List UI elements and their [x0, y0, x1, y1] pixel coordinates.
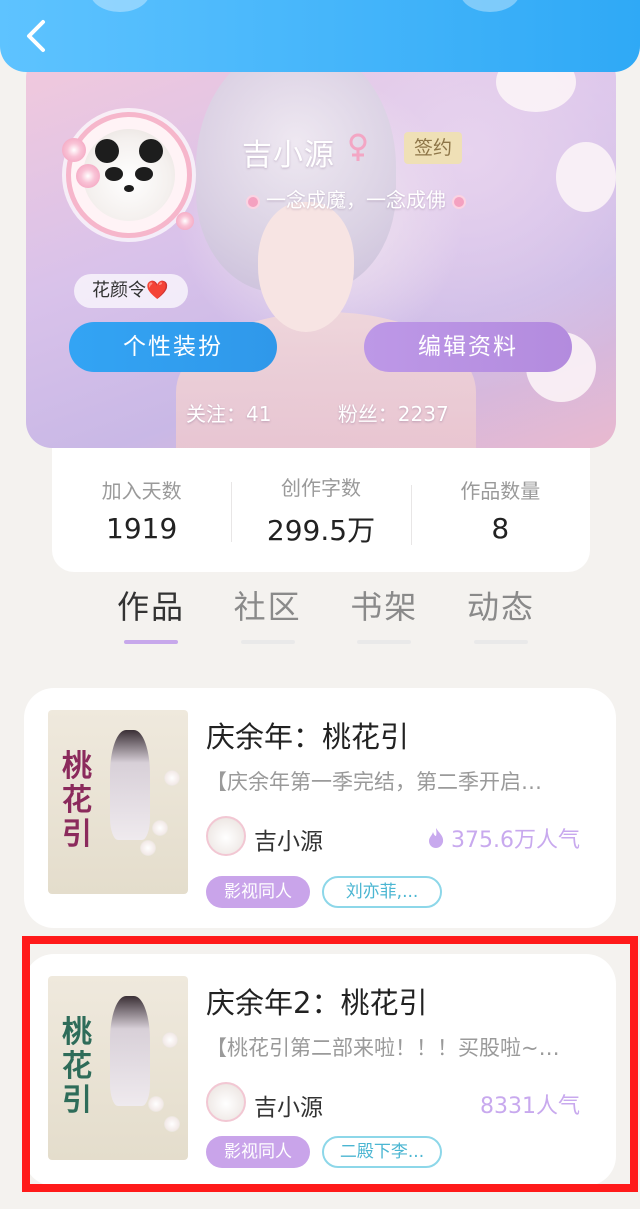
- author-name[interactable]: 吉小源: [254, 1088, 323, 1122]
- follow-stats: 关注：41 粉丝：2237: [186, 398, 509, 427]
- work-title: 庆余年2：桃花引: [206, 986, 428, 1020]
- stat-value: 1919: [106, 512, 178, 545]
- profile-tabs: 作品 社区 书架 动态: [96, 582, 556, 652]
- stat-label: 加入天数: [101, 479, 182, 503]
- blossom-decor: [164, 1116, 180, 1132]
- stat-word-count: 创作字数 299.5万: [231, 472, 410, 549]
- genre-tag[interactable]: 影视同人: [206, 876, 310, 908]
- cover-illustration: [110, 996, 150, 1106]
- tab-bookshelf[interactable]: 书架: [329, 582, 439, 652]
- tab-indicator: [357, 640, 412, 644]
- followers-count[interactable]: 粉丝：2237: [338, 402, 449, 426]
- work-description: 【庆余年第一季完结，第二季开启…: [206, 770, 542, 794]
- blossom-decor: [164, 770, 180, 786]
- tab-indicator: [124, 640, 178, 644]
- tab-label: 作品: [116, 588, 185, 626]
- blossom-decor: [152, 820, 168, 836]
- decor-moon: [556, 142, 616, 212]
- genre-tag[interactable]: 影视同人: [206, 1136, 310, 1168]
- top-bar: [0, 0, 640, 72]
- flower-decor-icon: [76, 164, 100, 188]
- tab-label: 动态: [466, 588, 535, 626]
- background-illustration: [258, 202, 354, 332]
- stat-work-count: 作品数量 8: [410, 475, 590, 545]
- signed-badge: 签约: [404, 132, 462, 164]
- dress-up-button[interactable]: 个性装扮: [69, 322, 277, 372]
- stat-label: 创作字数: [280, 475, 361, 500]
- blossom-decor: [140, 840, 156, 856]
- flame-icon: [429, 828, 444, 848]
- stat-join-days: 加入天数 1919: [52, 475, 231, 545]
- flower-decor-icon: [176, 212, 194, 230]
- username: 吉小源: [242, 138, 335, 173]
- work-description: 【桃花引第二部来啦！！！买股啦~…: [206, 1036, 560, 1060]
- blossom-decor: [162, 1032, 178, 1048]
- book-cover[interactable]: 桃花引: [48, 710, 188, 894]
- work-card[interactable]: 桃花引 庆余年2：桃花引 【桃花引第二部来啦！！！买股啦~… 吉小源 8331人…: [24, 954, 616, 1186]
- tab-indicator: [473, 640, 528, 644]
- motto-text: 一念成魔，一念成佛: [266, 188, 446, 212]
- back-button[interactable]: [18, 16, 54, 56]
- stats-card: 加入天数 1919 创作字数 299.5万 作品数量 8: [52, 448, 590, 572]
- chevron-left-icon: [27, 20, 45, 52]
- flower-decor-icon: [62, 138, 86, 162]
- profile-header-card: 吉小源 签约 一念成魔，一念成佛 花颜令❤️ 个性装扮 编辑资料 关注：41 粉…: [26, 52, 616, 448]
- work-card[interactable]: 桃花引 庆余年：桃花引 【庆余年第一季完结，第二季开启… 吉小源 375.6万人…: [24, 688, 616, 928]
- flower-icon: [452, 194, 466, 209]
- following-count[interactable]: 关注：41: [186, 402, 271, 426]
- author-name[interactable]: 吉小源: [254, 822, 323, 856]
- cover-illustration: [110, 730, 150, 840]
- stat-value: 299.5万: [266, 513, 376, 547]
- tab-works[interactable]: 作品: [96, 582, 206, 652]
- stat-value: 8: [491, 512, 510, 545]
- female-icon: [349, 133, 367, 161]
- edit-profile-button[interactable]: 编辑资料: [364, 322, 572, 372]
- cp-tag[interactable]: 二殿下李...: [322, 1136, 442, 1168]
- decor-bubble: [90, 0, 150, 12]
- cover-title-text: 桃花引: [62, 749, 92, 852]
- tab-community[interactable]: 社区: [213, 582, 323, 652]
- book-cover[interactable]: 桃花引: [48, 976, 188, 1160]
- title-tag[interactable]: 花颜令❤️: [74, 274, 188, 308]
- tab-activity[interactable]: 动态: [446, 582, 556, 652]
- tab-label: 书架: [350, 588, 419, 626]
- author-avatar[interactable]: [206, 816, 246, 856]
- decor-bubble: [460, 0, 520, 12]
- motto: 一念成魔，一念成佛: [240, 184, 472, 213]
- blossom-decor: [148, 1096, 164, 1112]
- work-title: 庆余年：桃花引: [206, 720, 410, 754]
- author-avatar[interactable]: [206, 1082, 246, 1122]
- tab-label: 社区: [233, 588, 302, 626]
- stat-label: 作品数量: [460, 479, 541, 503]
- popularity-value: 375.6万人气: [451, 828, 580, 853]
- popularity: 8331人气: [480, 1088, 580, 1120]
- popularity: 375.6万人气: [427, 822, 580, 854]
- popularity-value: 8331人气: [480, 1094, 580, 1119]
- cover-title-text: 桃花引: [62, 1015, 92, 1118]
- cp-tag[interactable]: 刘亦菲,...: [322, 876, 442, 908]
- flower-icon: [246, 194, 260, 209]
- tab-indicator: [240, 640, 295, 644]
